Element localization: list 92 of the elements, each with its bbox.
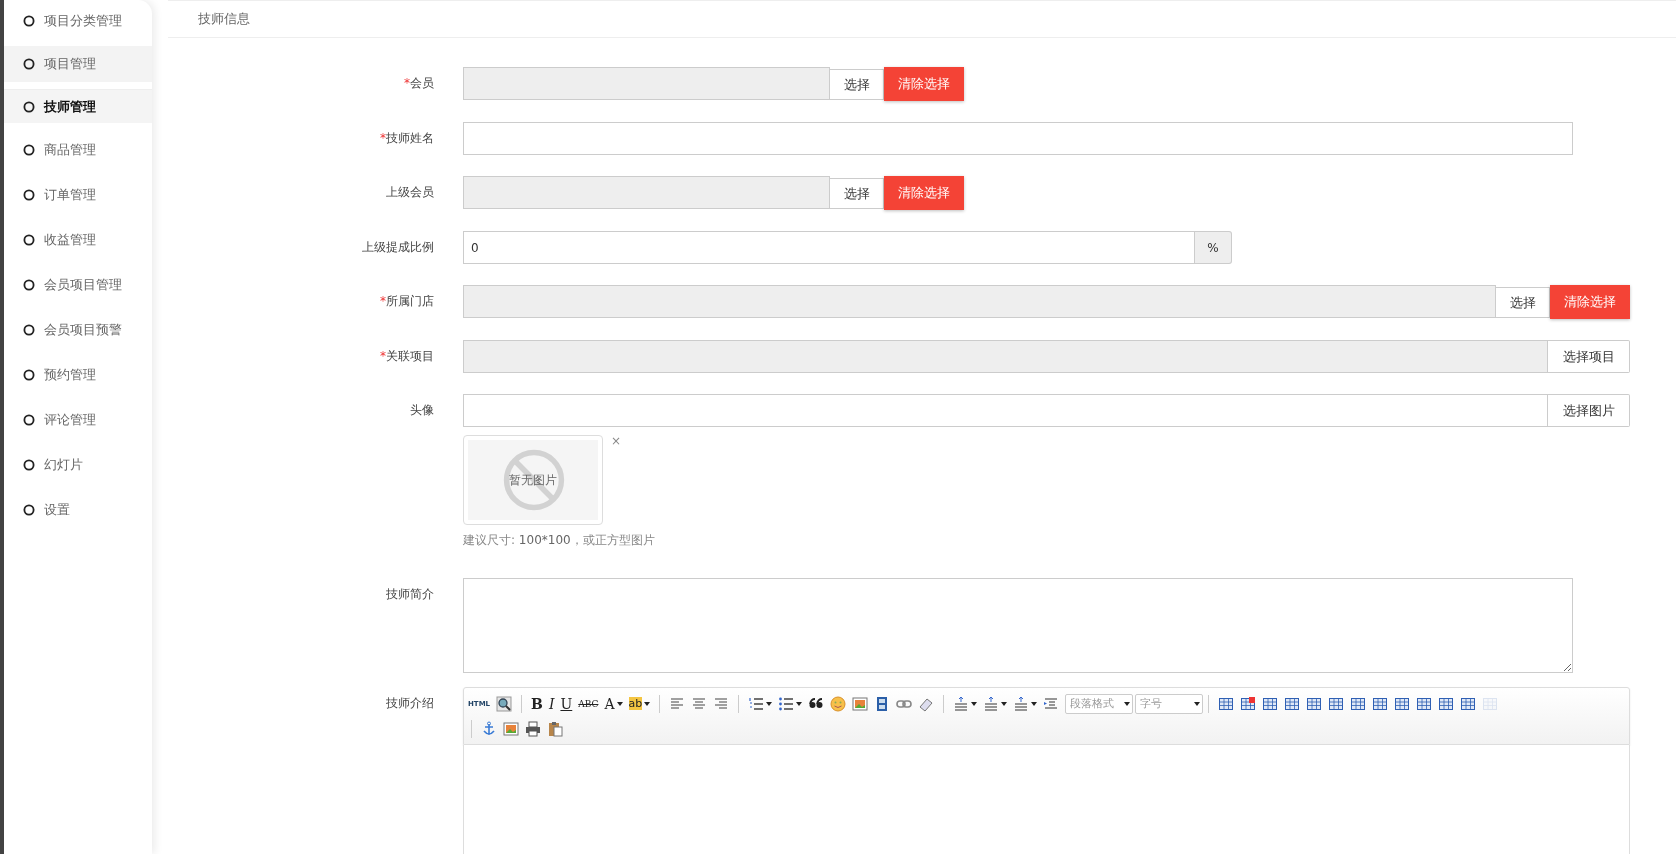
sidebar-item[interactable]: 预约管理 — [4, 352, 152, 397]
toolbar-button[interactable]: U — [560, 695, 573, 712]
table-icon[interactable] — [1460, 695, 1477, 712]
sidebar-item[interactable]: 收益管理 — [4, 217, 152, 262]
caret-icon[interactable] — [1031, 701, 1038, 706]
table-icon[interactable] — [1218, 695, 1235, 712]
align-left-icon[interactable] — [669, 695, 686, 712]
size-hint: 建议尺寸: 100*100，或正方型图片 — [463, 532, 656, 549]
table-icon[interactable] — [1350, 695, 1367, 712]
circle-icon — [23, 143, 35, 156]
toolbar-button[interactable]: ABC — [578, 698, 599, 709]
remove-button[interactable]: × — [611, 435, 622, 447]
circle-icon — [23, 188, 35, 201]
clear-button[interactable]: 清除选择 — [884, 67, 964, 101]
field-label: 头像 — [409, 402, 435, 419]
select-image-button[interactable]: 选择图片 — [1548, 394, 1630, 427]
select-project-button[interactable]: 选择项目 — [1548, 340, 1630, 373]
table-icon[interactable] — [1262, 695, 1279, 712]
caret-icon[interactable] — [644, 701, 651, 706]
circle-icon — [23, 323, 35, 336]
preview-icon[interactable] — [496, 695, 513, 712]
toolbar-button[interactable]: A — [604, 695, 615, 712]
align-center-icon[interactable] — [691, 695, 708, 712]
no-image-icon — [502, 448, 566, 512]
choose-button[interactable]: 选择 — [830, 69, 884, 100]
input-field[interactable] — [463, 67, 830, 100]
table-icon[interactable] — [1394, 695, 1411, 712]
picture-icon[interactable] — [852, 695, 869, 712]
percent-addon: % — [1195, 231, 1232, 264]
sidebar-item[interactable]: 项目分类管理 — [4, 0, 152, 42]
sidebar-item[interactable]: 幻灯片 — [4, 442, 152, 487]
circle-icon — [23, 413, 35, 426]
circle-icon — [23, 368, 35, 381]
sidebar-item[interactable]: 会员项目预警 — [4, 307, 152, 352]
field-label: 技师介绍 — [385, 695, 435, 712]
clear-button[interactable]: 清除选择 — [1550, 285, 1630, 319]
field-label: *关联项目 — [379, 348, 435, 365]
table-icon[interactable] — [1284, 695, 1301, 712]
field-label: 上级会员 — [385, 184, 435, 201]
anchor-icon[interactable] — [481, 720, 497, 737]
caret-icon[interactable] — [971, 701, 978, 706]
choose-button[interactable]: 选择 — [830, 178, 884, 209]
panel-title: 技师信息 — [198, 10, 250, 28]
caret-icon[interactable] — [616, 701, 623, 706]
input-field[interactable] — [463, 340, 1548, 373]
circle-icon — [23, 58, 35, 70]
field-label: *会员 — [403, 75, 435, 92]
sidebar-item[interactable]: 评论管理 — [4, 397, 152, 442]
indent-icon[interactable] — [1043, 695, 1060, 712]
table-icon[interactable] — [1328, 695, 1345, 712]
bullet-list-icon[interactable] — [778, 695, 795, 712]
input-field[interactable] — [463, 394, 1548, 427]
printer-icon[interactable] — [525, 720, 541, 737]
align-right-icon[interactable] — [713, 695, 730, 712]
caret-icon[interactable] — [766, 701, 773, 706]
caret-icon[interactable] — [1001, 701, 1008, 706]
smiley-icon[interactable] — [830, 695, 847, 712]
numbered-list-icon[interactable] — [748, 695, 765, 712]
delete-table-icon[interactable] — [1240, 695, 1257, 712]
circle-icon — [23, 100, 35, 113]
circle-icon — [23, 233, 35, 246]
sidebar-item[interactable]: 技师管理 — [4, 89, 152, 123]
map-icon[interactable] — [503, 720, 519, 737]
field-label: 技师简介 — [385, 586, 435, 603]
table-icon[interactable] — [1438, 695, 1455, 712]
table-icon[interactable] — [1306, 695, 1323, 712]
choose-button[interactable]: 选择 — [1496, 287, 1550, 318]
sidebar-item[interactable]: 订单管理 — [4, 172, 152, 217]
toolbar-button[interactable]: I — [548, 695, 555, 712]
toolbar-button[interactable]: ab — [628, 697, 643, 710]
field-label: *技师姓名 — [379, 130, 435, 147]
sidebar-item[interactable]: 设置 — [4, 487, 152, 532]
input-field[interactable] — [463, 176, 830, 209]
circle-icon — [23, 15, 35, 27]
table-icon[interactable] — [1372, 695, 1389, 712]
no-image-text: 暂无图片 — [509, 471, 557, 489]
input-field[interactable]: 0 — [463, 231, 1195, 264]
circle-icon — [23, 458, 35, 471]
sidebar-item[interactable]: 商品管理 — [4, 127, 152, 172]
caret-icon[interactable] — [796, 701, 803, 706]
sidebar-item[interactable]: 项目管理 — [4, 46, 152, 82]
circle-icon — [23, 278, 35, 291]
clipboard-icon[interactable] — [547, 720, 563, 737]
toolbar-button[interactable]: B — [531, 695, 543, 712]
clear-button[interactable]: 清除选择 — [884, 176, 964, 210]
field-label: 上级提成比例 — [361, 239, 435, 256]
input-field[interactable] — [463, 122, 1573, 155]
circle-icon — [23, 503, 35, 516]
input-field[interactable] — [463, 285, 1496, 318]
field-label: *所属门店 — [379, 293, 435, 310]
table-icon[interactable] — [1416, 695, 1433, 712]
sidebar-item[interactable]: 会员项目管理 — [4, 262, 152, 307]
